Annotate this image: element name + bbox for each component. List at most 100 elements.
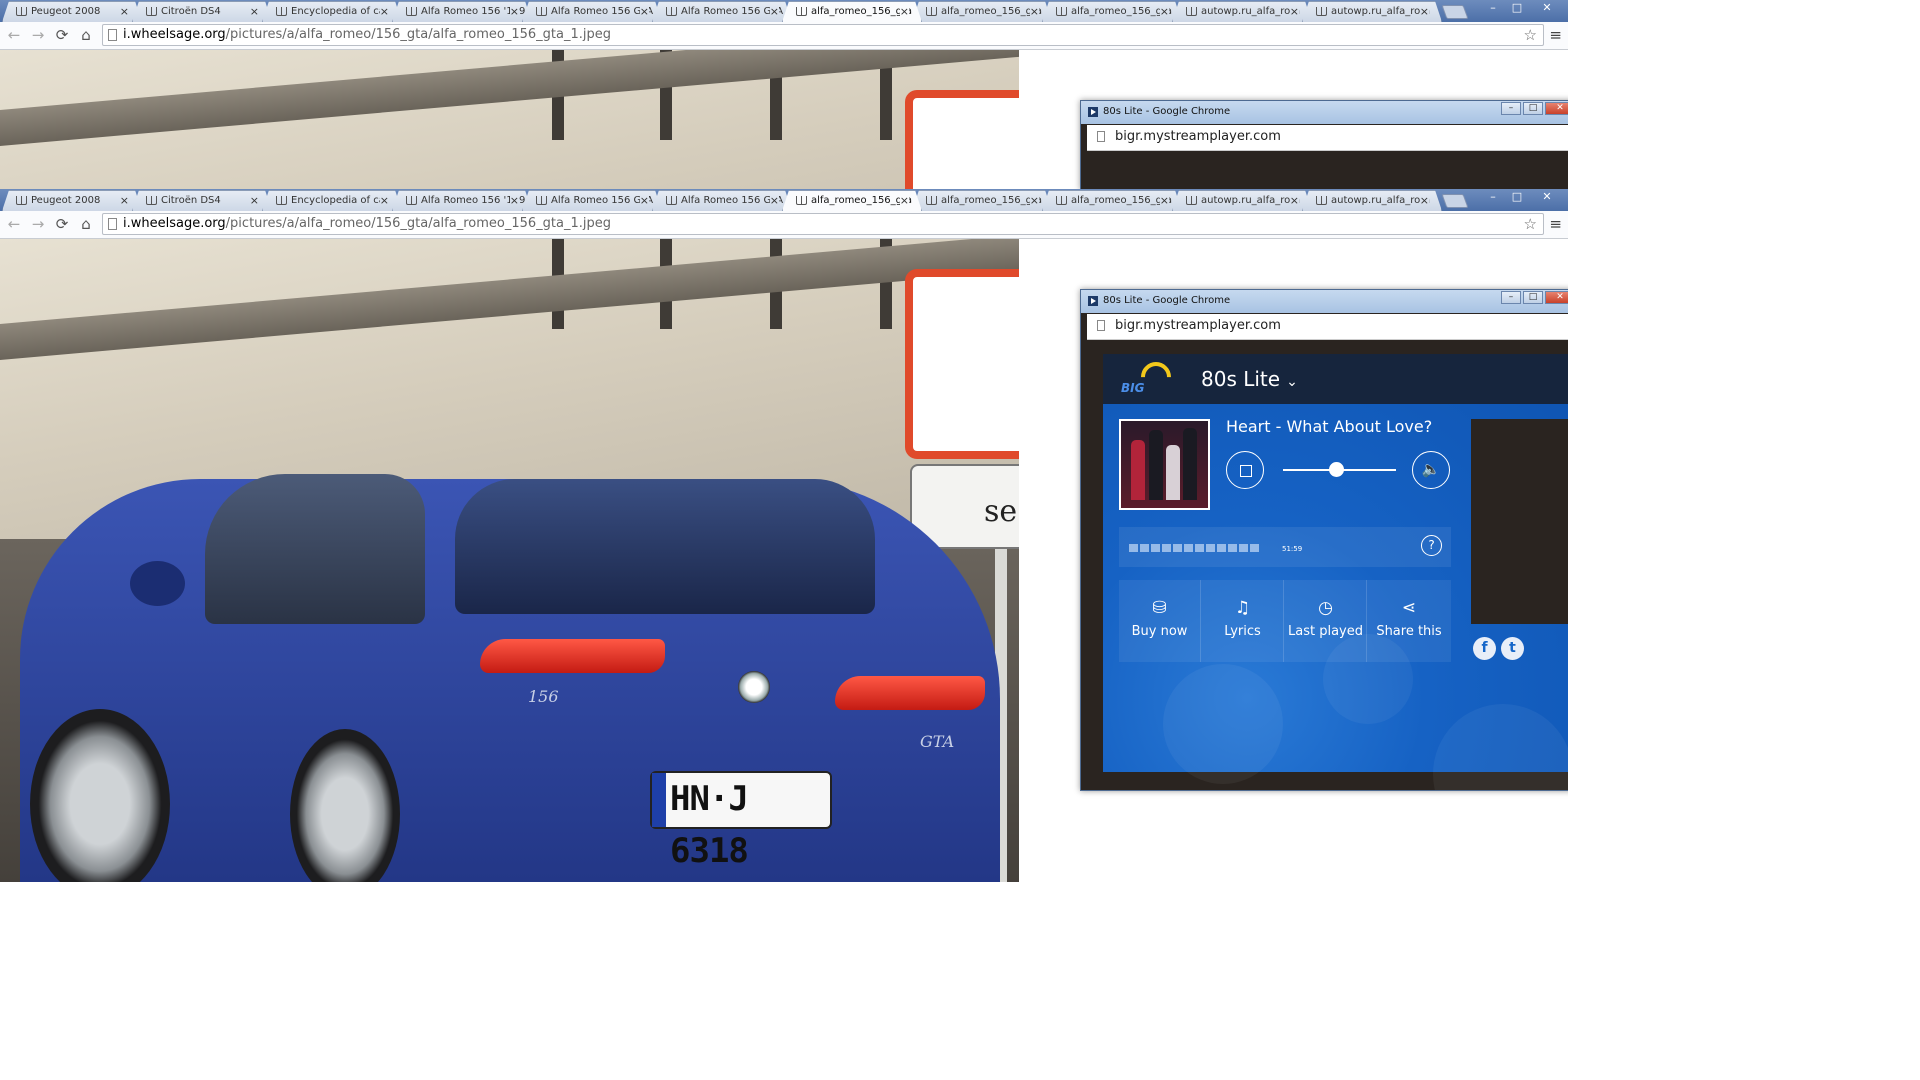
tab-close-icon[interactable]: × (119, 191, 129, 211)
big-radio-logo[interactable]: BIG RADIO (1121, 355, 1191, 446)
last-played-button[interactable]: ◷ Last played (1285, 580, 1367, 662)
minimize-button[interactable]: – (1480, 189, 1506, 207)
new-tab-button[interactable] (1441, 5, 1469, 19)
tab-alfa-156-gta-b[interactable]: Alfa Romeo 156 GTA × (652, 190, 792, 211)
address-bar[interactable]: i.wheelsage.org/pictures/a/alfa_romeo/15… (102, 213, 1544, 235)
tab-image-3[interactable]: alfa_romeo_156_gta × (1042, 1, 1182, 22)
tab-peugeot[interactable]: Peugeot 2008 × (2, 1, 142, 22)
back-button[interactable]: ← (4, 215, 24, 233)
tab-autowp-2[interactable]: autowp.ru_alfa_rom × (1302, 190, 1442, 211)
tab-alfa-156-1999[interactable]: Alfa Romeo 156 '199 × (392, 1, 532, 22)
progress-row: 51:59 ? (1119, 527, 1451, 567)
music-note-icon: ♫ (1234, 598, 1251, 618)
tab-close-icon[interactable]: × (249, 2, 259, 22)
tab-image-3[interactable]: alfa_romeo_156_gta × (1042, 190, 1182, 211)
tab-close-icon[interactable]: × (1029, 2, 1039, 22)
home-button[interactable]: ⌂ (76, 26, 96, 44)
tab-close-icon[interactable]: × (1289, 2, 1299, 22)
tab-close-icon[interactable]: × (1289, 191, 1299, 211)
close-button[interactable]: ✕ (1534, 0, 1560, 18)
maximize-button[interactable]: □ (1504, 189, 1530, 207)
reload-button[interactable]: ⟳ (52, 215, 72, 233)
tab-close-icon[interactable]: × (1029, 191, 1039, 211)
tab-encyclopedia[interactable]: Encyclopedia of car × (262, 1, 402, 22)
tab-alfa-156-gta-b[interactable]: Alfa Romeo 156 GTA × (652, 1, 792, 22)
tab-close-icon[interactable]: × (249, 191, 259, 211)
tab-close-icon[interactable]: × (1419, 191, 1429, 211)
home-button[interactable]: ⌂ (76, 215, 96, 233)
warning-sign (905, 269, 1019, 459)
popup-address-bar[interactable]: bigr.mystreamplayer.com (1087, 314, 1568, 340)
tab-close-icon[interactable]: × (509, 191, 519, 211)
forward-button[interactable]: → (28, 215, 48, 233)
equalizer-bars (1129, 544, 1259, 552)
tab-close-icon[interactable]: × (769, 2, 779, 22)
radio-popup-back: 80s Lite - Google Chrome – □ ✕ bigr.myst… (1080, 100, 1568, 190)
station-selector[interactable]: 80s Lite ⌄ (1201, 367, 1298, 391)
twitter-icon[interactable]: t (1501, 637, 1524, 660)
popup-minimize-button[interactable]: – (1501, 291, 1521, 304)
page-icon (1316, 196, 1327, 205)
tab-citroen[interactable]: Citroën DS4 × (132, 190, 272, 211)
chrome-menu-icon[interactable]: ≡ (1549, 26, 1562, 44)
forward-button[interactable]: → (28, 26, 48, 44)
tab-strip: Peugeot 2008 × Citroën DS4 × Encyclopedia … (0, 0, 1568, 22)
tab-image-2[interactable]: alfa_romeo_156_gta × (912, 190, 1052, 211)
volume-knob[interactable] (1329, 462, 1345, 477)
tab-encyclopedia[interactable]: Encyclopedia of car × (262, 190, 402, 211)
tab-close-icon[interactable]: × (1419, 2, 1429, 22)
minimize-button[interactable]: – (1480, 0, 1506, 18)
tab-close-icon[interactable]: × (379, 191, 389, 211)
license-plate: HN·J 6318 (650, 771, 832, 871)
page-icon (666, 196, 677, 205)
tab-close-icon[interactable]: × (1159, 2, 1169, 22)
tab-active-image[interactable]: alfa_romeo_156_gta × (782, 1, 922, 22)
address-bar[interactable]: i.wheelsage.org/pictures/a/alfa_romeo/15… (102, 24, 1544, 46)
bookmark-star-icon[interactable]: ☆ (1524, 25, 1537, 45)
popup-minimize-button[interactable]: – (1501, 102, 1521, 115)
tab-alfa-156-gta-a[interactable]: Alfa Romeo 156 GTA × (522, 1, 662, 22)
maximize-button[interactable]: □ (1504, 0, 1530, 18)
popup-close-button[interactable]: ✕ (1545, 291, 1568, 304)
browser-window-front: Peugeot 2008 × Citroën DS4 × Encyclopedia … (0, 189, 1568, 882)
tab-close-icon[interactable]: × (639, 191, 649, 211)
tab-autowp-1[interactable]: autowp.ru_alfa_rom × (1172, 1, 1312, 22)
facebook-icon[interactable]: f (1473, 637, 1496, 660)
tab-close-icon[interactable]: × (119, 2, 129, 22)
help-icon[interactable]: ? (1421, 535, 1442, 556)
page-icon (1097, 131, 1105, 142)
back-button[interactable]: ← (4, 26, 24, 44)
stop-button[interactable] (1226, 451, 1264, 489)
tab-autowp-1[interactable]: autowp.ru_alfa_rom × (1172, 190, 1312, 211)
volume-icon[interactable]: 🔈 (1412, 451, 1450, 489)
tab-close-icon[interactable]: × (899, 191, 909, 211)
tab-active-image[interactable]: alfa_romeo_156_gta × (782, 190, 922, 211)
tab-close-icon[interactable]: × (769, 191, 779, 211)
player-header: BIG RADIO 80s Lite⌄ (1103, 354, 1568, 446)
lyrics-button[interactable]: ♫ Lyrics (1202, 580, 1284, 662)
reload-button[interactable]: ⟳ (52, 26, 72, 44)
tab-image-2[interactable]: alfa_romeo_156_gta × (912, 1, 1052, 22)
share-this-button[interactable]: ⋖ Share this (1368, 580, 1450, 662)
close-button[interactable]: ✕ (1534, 189, 1560, 207)
tab-close-icon[interactable]: × (1159, 191, 1169, 211)
buy-now-button[interactable]: ⛁ Buy now (1119, 580, 1201, 662)
tab-close-icon[interactable]: × (639, 2, 649, 22)
bookmark-star-icon[interactable]: ☆ (1524, 214, 1537, 234)
tab-alfa-156-gta-a[interactable]: Alfa Romeo 156 GTA × (522, 190, 662, 211)
new-tab-button[interactable] (1441, 194, 1469, 208)
tab-autowp-2[interactable]: autowp.ru_alfa_rom × (1302, 1, 1442, 22)
popup-maximize-button[interactable]: □ (1523, 291, 1543, 304)
popup-address-bar[interactable]: bigr.mystreamplayer.com (1087, 125, 1568, 151)
tab-close-icon[interactable]: × (509, 2, 519, 22)
chrome-menu-icon[interactable]: ≡ (1549, 215, 1562, 233)
tab-alfa-156-1999[interactable]: Alfa Romeo 156 '199 × (392, 190, 532, 211)
elapsed-time: 51:59 (1282, 545, 1303, 553)
page-icon (1186, 196, 1197, 205)
tab-peugeot[interactable]: Peugeot 2008 × (2, 190, 142, 211)
tab-close-icon[interactable]: × (379, 2, 389, 22)
popup-close-button[interactable]: ✕ (1545, 102, 1568, 115)
tab-close-icon[interactable]: × (899, 2, 909, 22)
tab-citroen[interactable]: Citroën DS4 × (132, 1, 272, 22)
popup-maximize-button[interactable]: □ (1523, 102, 1543, 115)
